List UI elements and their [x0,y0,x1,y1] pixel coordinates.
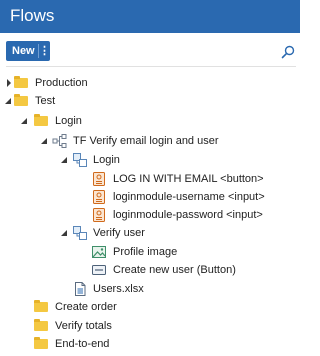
tree-item-label: Login [55,115,82,127]
more-options-icon[interactable]: ⋮ [39,41,50,61]
chevron-down-icon[interactable] [19,116,29,126]
tree-item-login[interactable]: Login [0,112,300,130]
tree-item-label: LOG IN WITH EMAIL <button> [113,173,264,185]
folder-icon [34,300,48,312]
tree-item-label: Profile image [113,246,178,258]
tree-item-password-input[interactable]: loginmodule-password <input> [0,206,300,224]
image-icon [92,246,106,258]
new-button-label: New [12,45,35,57]
tree-item-label: Verify user [93,227,145,239]
tree-item-label: Test [35,95,56,107]
tree-item-label: End-to-end [55,338,110,350]
tree-item-label: loginmodule-password <input> [113,209,263,221]
tree-item-create-user[interactable]: Create new user (Button) [0,261,300,279]
file-icon [75,282,86,296]
button-element-icon [92,265,106,275]
tree-item-flow[interactable]: TF Verify email login and user [0,132,300,150]
folder-icon [14,94,28,106]
tree-item-end-to-end[interactable]: End-to-end [0,335,300,353]
chevron-down-icon[interactable] [39,136,49,146]
tree-item-label: Login [93,154,120,166]
tree-item-production[interactable]: Production [0,74,300,92]
page-title: Flows [10,6,55,25]
folder-icon [34,319,48,331]
toolbar: New ⋮ [0,33,300,67]
step-group-icon [73,153,87,167]
header-bar: Flows [0,0,300,33]
search-icon[interactable] [281,45,295,59]
tree-item-label: TF Verify email login and user [73,135,219,147]
chevron-down-icon[interactable] [59,155,69,165]
chevron-down-icon[interactable] [59,228,69,238]
new-button[interactable]: New ⋮ [6,41,50,61]
tree-item-create-order[interactable]: Create order [0,298,300,316]
chevron-right-icon[interactable] [4,78,14,88]
tree-item-verify-totals[interactable]: Verify totals [0,317,300,335]
tree-item-verify-user[interactable]: Verify user [0,224,300,242]
element-icon [93,208,105,222]
element-icon [93,172,105,186]
tree-item-users-xlsx[interactable]: Users.xlsx [0,280,300,298]
tree-item-label: Verify totals [55,320,112,332]
folder-icon [34,114,48,126]
tree-item-label: Create new user (Button) [113,264,236,276]
folder-icon [34,337,48,349]
tree-item-label: Production [35,77,88,89]
tree-item-label: loginmodule-username <input> [113,191,265,203]
tree-item-label: Users.xlsx [93,283,144,295]
step-group-icon [73,226,87,240]
tree-item-log-in-button[interactable]: LOG IN WITH EMAIL <button> [0,170,300,188]
tree-item-username-input[interactable]: loginmodule-username <input> [0,188,300,206]
folder-icon [14,76,28,88]
tree-item-sub-login[interactable]: Login [0,151,300,169]
tree-item-test[interactable]: Test [0,92,300,110]
toolbar-divider [6,66,296,67]
element-icon [93,190,105,204]
flow-icon [52,134,67,148]
tree-item-label: Create order [55,301,117,313]
tree-item-profile-image[interactable]: Profile image [0,243,300,261]
chevron-down-icon[interactable] [3,96,13,106]
